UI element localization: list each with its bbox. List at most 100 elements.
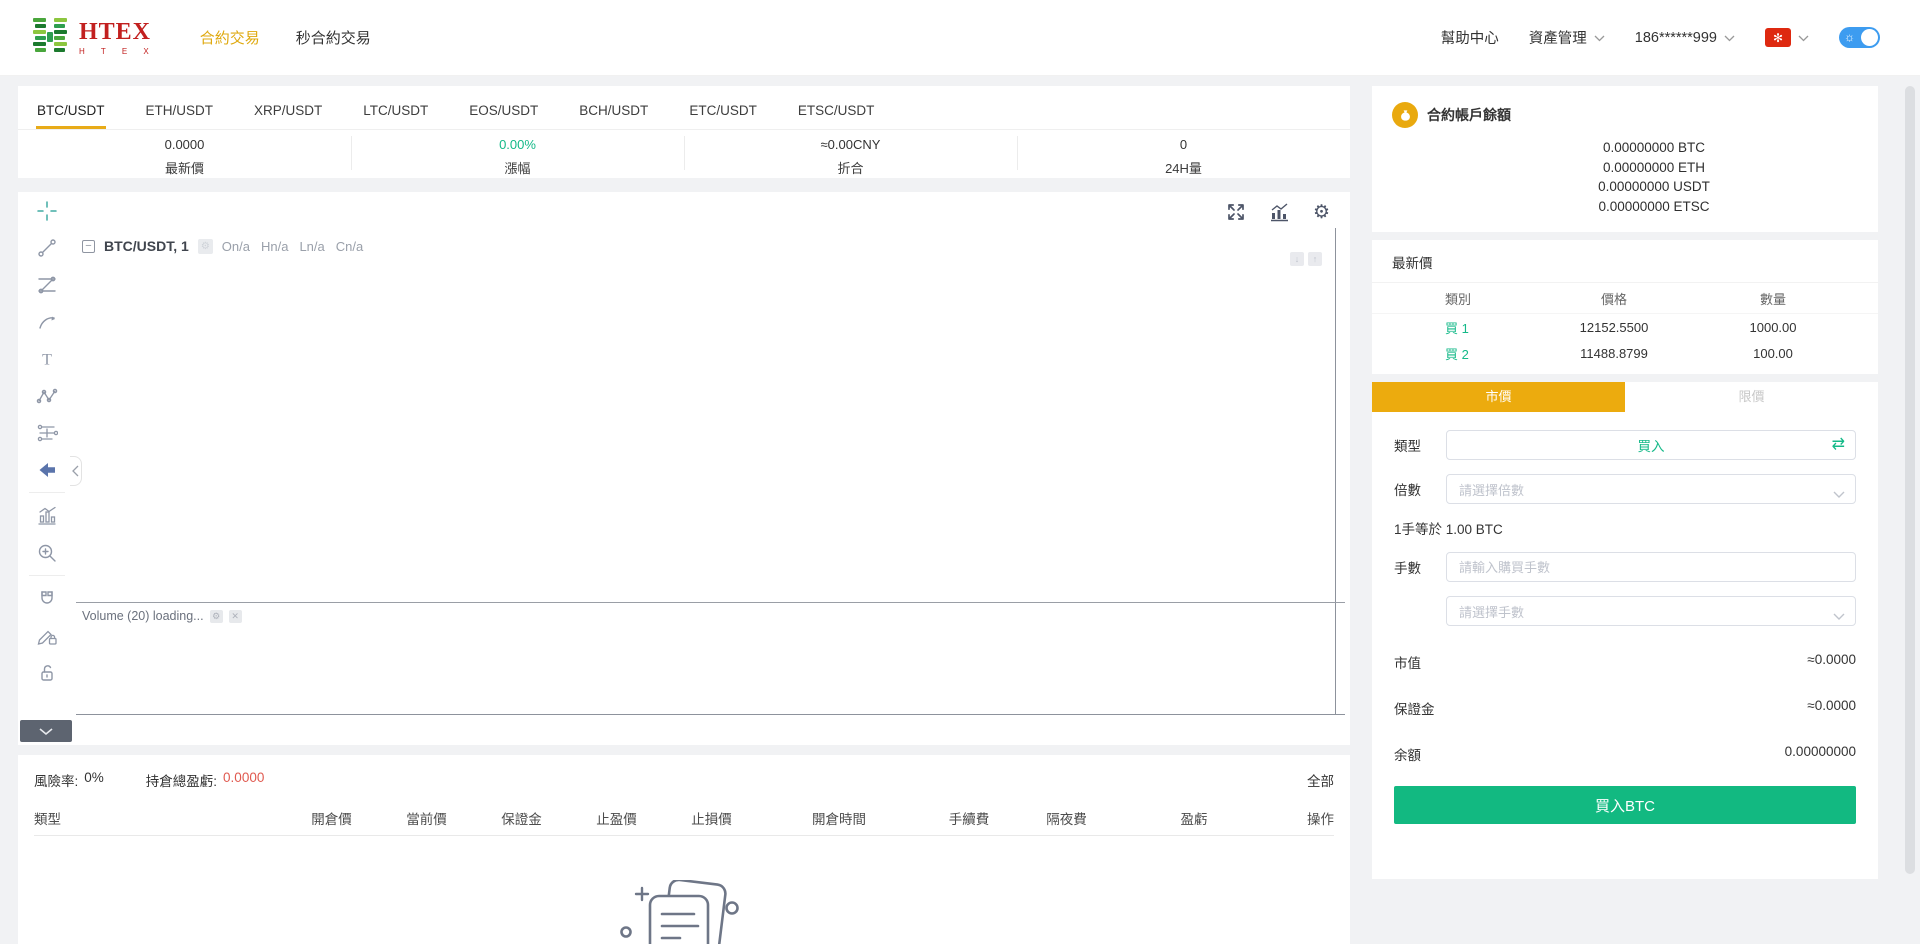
trade-sidebar: 合約帳戶餘額 0.00000000 BTC 0.00000000 ETH 0.0…: [1372, 86, 1878, 879]
col-margin: 保證金: [474, 808, 569, 828]
chart-legend: − BTC/USDT, 1 ⚙ On/a Hn/a Ln/a Cn/a: [82, 238, 363, 254]
crosshair-tool-icon[interactable]: [18, 192, 76, 229]
htex-logo[interactable]: HTEX H T E X: [30, 15, 156, 60]
brush-tool-icon[interactable]: [18, 303, 76, 340]
buy-btc-button[interactable]: 買入BTC: [1394, 786, 1856, 824]
amount-field: [1446, 552, 1856, 582]
drawing-lock-icon[interactable]: [18, 617, 76, 654]
total-pnl: 持倉總盈虧: 0.0000: [146, 770, 265, 790]
tab-eos-usdt[interactable]: EOS/USDT: [468, 90, 539, 129]
col-overnight-fee: 隔夜費: [1019, 808, 1114, 828]
orderbook-row[interactable]: 買 1 12152.5500 1000.00: [1372, 314, 1878, 340]
positions-table-header: 類型 開倉價 當前價 保證金 止盈價 止損價 開倉時間 手續費 隔夜費 盈虧 操…: [34, 800, 1334, 836]
fullscreen-icon[interactable]: [1226, 202, 1246, 222]
orderbook-header: 類別 價格 數量: [1372, 283, 1878, 314]
language-menu[interactable]: ✻: [1765, 28, 1809, 47]
positions-panel: 風險率: 0% 持倉總盈虧: 0.0000 全部 類型 開倉價 當前價 保證金 …: [18, 755, 1350, 944]
amount-preset-select[interactable]: 請選擇手數: [1446, 596, 1856, 626]
help-center-link[interactable]: 幫助中心: [1441, 27, 1499, 48]
legend-collapse-icon[interactable]: −: [82, 240, 95, 253]
lock-icon[interactable]: [18, 654, 76, 691]
nav-second-contract-trading[interactable]: 秒合約交易: [296, 27, 371, 48]
volume-close-icon[interactable]: ✕: [229, 610, 242, 623]
tab-ltc-usdt[interactable]: LTC/USDT: [362, 90, 429, 129]
volume-study-row: Volume (20) loading... ⚙ ✕: [82, 609, 242, 623]
tab-btc-usdt[interactable]: BTC/USDT: [36, 90, 106, 129]
leverage-field: 請選擇倍數: [1446, 474, 1856, 504]
available-balance-label: 余額: [1394, 744, 1421, 764]
volume-24h-label: 24H量: [1017, 158, 1350, 177]
high-value: Hn/a: [261, 239, 288, 254]
topbar: HTEX H T E X 合約交易 秒合約交易 幫助中心 資產管理 186***…: [0, 0, 1920, 76]
tab-market-price[interactable]: 市價: [1372, 382, 1625, 412]
view-all-link[interactable]: 全部: [1307, 770, 1334, 790]
htex-logo-icon: [30, 15, 70, 60]
margin-row: 保證金 ≈0.0000: [1394, 698, 1856, 718]
tab-limit-price[interactable]: 限價: [1625, 382, 1878, 412]
toggle-knob: [1861, 29, 1878, 46]
orderbook-col-type: 類別: [1445, 289, 1530, 308]
orderbook-row[interactable]: 買 2 11488.8799 100.00: [1372, 340, 1878, 366]
price-axis-line: [1335, 228, 1336, 714]
total-pnl-value: 0.0000: [223, 770, 264, 790]
scale-up-mini-button[interactable]: ↑: [1308, 252, 1322, 266]
page-scrollbar[interactable]: [1905, 86, 1915, 874]
stat-converted: ≈0.00CNY 折合: [684, 130, 1017, 178]
main-nav: 合約交易 秒合約交易: [200, 27, 371, 48]
margin-amount: ≈0.0000: [1807, 698, 1856, 718]
order-form-section: 市價 限價 類型 買入 ⇄ 倍數 請選擇倍數: [1372, 382, 1878, 879]
toolbar-collapse-handle[interactable]: [70, 456, 82, 486]
tab-bch-usdt[interactable]: BCH/USDT: [578, 90, 649, 129]
zoom-in-icon[interactable]: [18, 534, 76, 571]
balance-usdt: 0.00000000 USDT: [1450, 177, 1858, 197]
chart-drawing-toolbar: T: [18, 192, 76, 745]
account-menu[interactable]: 186******999: [1635, 30, 1735, 46]
fibonacci-tool-icon[interactable]: [18, 266, 76, 303]
col-take-profit: 止盈價: [569, 808, 664, 828]
amount-preset-field: 請選擇手數: [1446, 596, 1856, 626]
direction-selector[interactable]: 買入 ⇄: [1446, 430, 1856, 460]
order-form-body: 類型 買入 ⇄ 倍數 請選擇倍數 1手等於 1.00 BTC: [1372, 412, 1878, 879]
trend-line-tool-icon[interactable]: [18, 229, 76, 266]
xabcd-pattern-tool-icon[interactable]: [18, 377, 76, 414]
chevron-down-icon: [1798, 30, 1809, 46]
leverage-select[interactable]: 請選擇倍數: [1446, 474, 1856, 504]
undo-arrow-icon[interactable]: [18, 451, 76, 488]
pane-separator[interactable]: [76, 602, 1345, 603]
text-tool-icon[interactable]: T: [18, 340, 76, 377]
series-loading-icon[interactable]: ⚙: [198, 239, 213, 254]
direction-label: 類型: [1394, 435, 1446, 455]
asset-management-menu[interactable]: 資產管理: [1529, 27, 1605, 48]
risk-rate-value: 0%: [84, 770, 104, 790]
indicators-chart-icon[interactable]: [1269, 202, 1290, 222]
indicators-tool-icon[interactable]: [18, 497, 76, 534]
balance-btc: 0.00000000 BTC: [1450, 138, 1858, 158]
tab-etsc-usdt[interactable]: ETSC/USDT: [797, 90, 876, 129]
nav-contract-trading[interactable]: 合約交易: [200, 27, 260, 48]
asset-management-label: 資產管理: [1529, 27, 1587, 48]
swap-direction-icon[interactable]: ⇄: [1832, 434, 1845, 454]
amount-input[interactable]: [1446, 552, 1856, 582]
tab-etc-usdt[interactable]: ETC/USDT: [688, 90, 758, 129]
bid-qty-1: 1000.00: [1698, 320, 1848, 335]
toolbar-divider: [29, 575, 65, 576]
tab-eth-usdt[interactable]: ETH/USDT: [145, 90, 215, 129]
volume-settings-gear-icon[interactable]: ⚙: [210, 610, 223, 623]
tab-xrp-usdt[interactable]: XRP/USDT: [253, 90, 323, 129]
chevron-down-icon: [1594, 30, 1605, 46]
scale-down-mini-button[interactable]: ↓: [1290, 252, 1304, 266]
logo-text: HTEX: [79, 20, 156, 44]
pair-tabs: BTC/USDT ETH/USDT XRP/USDT LTC/USDT EOS/…: [18, 86, 1350, 130]
magnet-tool-icon[interactable]: [18, 580, 76, 617]
chevron-down-icon: [1833, 487, 1845, 502]
available-balance-amount: 0.00000000: [1785, 744, 1856, 764]
svg-text:T: T: [42, 351, 52, 368]
col-fee: 手續費: [919, 808, 1019, 828]
forecast-tool-icon[interactable]: [18, 414, 76, 451]
chart-settings-gear-icon[interactable]: ⚙: [1313, 203, 1330, 222]
theme-toggle[interactable]: ☼: [1839, 27, 1880, 48]
chart-collapse-button[interactable]: [20, 720, 72, 742]
amount-row: 手數: [1394, 552, 1856, 582]
lot-size-note: 1手等於 1.00 BTC: [1394, 518, 1856, 538]
volume-study-label: Volume (20) loading...: [82, 609, 204, 623]
